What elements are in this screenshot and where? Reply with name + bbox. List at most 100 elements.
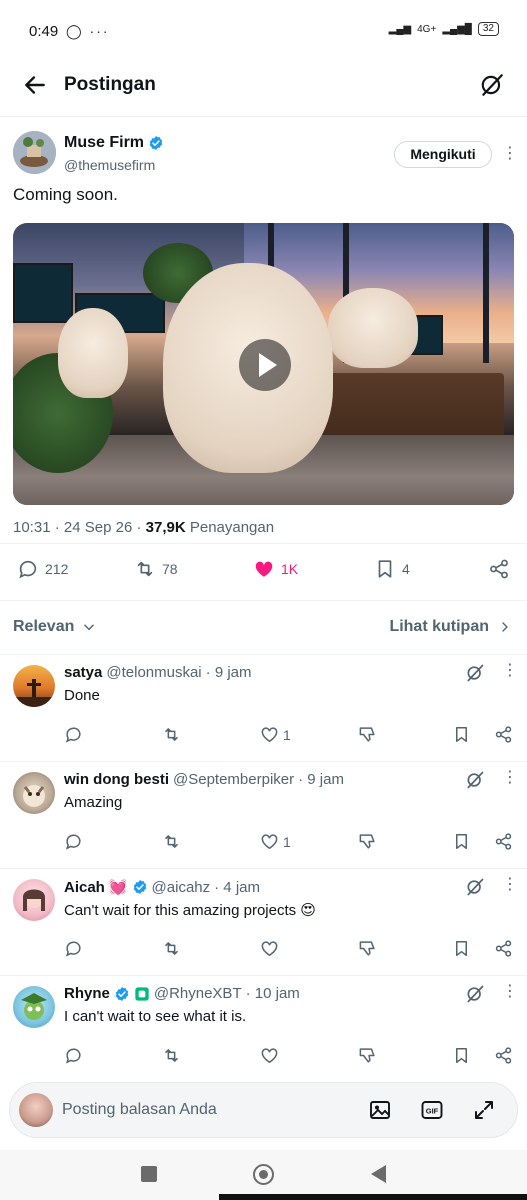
reply-share-button[interactable] <box>494 725 513 744</box>
system-navigation-bar <box>0 1150 527 1200</box>
reply-avatar[interactable] <box>13 879 55 921</box>
recent-apps-icon[interactable] <box>141 1166 157 1182</box>
reply-downvote-button[interactable] <box>358 939 377 958</box>
like-action[interactable]: 1K <box>253 558 298 580</box>
bookmark-icon <box>455 941 468 956</box>
network-label: 4G+ <box>417 23 437 35</box>
reply-avatar[interactable] <box>13 772 55 814</box>
reply-reply-button[interactable] <box>64 832 83 851</box>
reply-share-button[interactable] <box>494 939 513 958</box>
share-icon <box>495 833 512 850</box>
repost-action[interactable]: 78 <box>134 558 178 580</box>
reply-author-name[interactable]: win dong besti <box>64 771 169 788</box>
svg-text:GIF: GIF <box>426 1107 439 1116</box>
back-icon[interactable] <box>371 1165 386 1183</box>
reply-item[interactable]: satya @telonmuskai · 9 jam Done ⋮ 1 <box>0 655 527 762</box>
share-action[interactable] <box>488 558 510 580</box>
header-divider <box>0 116 527 117</box>
reply-text: I can't wait to see what it is. <box>64 1008 247 1025</box>
post-video[interactable] <box>13 223 514 505</box>
reply-bookmark-button[interactable] <box>452 832 471 851</box>
reply-author-handle[interactable]: @aicahz <box>152 879 211 896</box>
reply-like-button[interactable] <box>260 939 279 958</box>
reply-text: Can't wait for this amazing projects 😍 <box>64 902 316 919</box>
view-quotes-link[interactable]: Lihat kutipan <box>389 618 511 636</box>
reply-downvote-button[interactable] <box>358 725 377 744</box>
grok-icon[interactable] <box>465 877 485 897</box>
thumbs-down-icon <box>359 1048 375 1063</box>
reply-reply-button[interactable] <box>64 939 83 958</box>
post-time: 10:31 <box>13 519 51 536</box>
reply-more-icon[interactable]: ⋮ <box>502 663 518 679</box>
reply-input[interactable]: Posting balasan Anda <box>62 1101 217 1119</box>
verified-badge-icon <box>133 880 146 894</box>
reply-bookmark-button[interactable] <box>452 1046 471 1065</box>
share-icon <box>495 940 512 957</box>
video-monitor <box>13 263 73 323</box>
notification-icons: ◯ ··· <box>66 23 110 39</box>
sort-dropdown[interactable]: Relevan <box>13 618 96 636</box>
bookmark-icon <box>455 1048 468 1063</box>
views-label: Penayangan <box>189 519 275 536</box>
reply-bookmark-button[interactable] <box>452 725 471 744</box>
reply-avatar[interactable] <box>13 665 55 707</box>
reply-like-button[interactable] <box>260 1046 279 1065</box>
grok-icon[interactable] <box>465 663 485 683</box>
reply-item[interactable]: win dong besti @Septemberpiker · 9 jam A… <box>0 762 527 869</box>
expand-icon[interactable] <box>472 1098 496 1122</box>
reply-like-button[interactable]: 1 <box>260 832 291 851</box>
reply-reply-button[interactable] <box>64 1046 83 1065</box>
play-button-icon[interactable] <box>239 339 291 391</box>
bookmark-icon <box>378 560 392 578</box>
author-avatar[interactable] <box>13 131 56 174</box>
reply-repost-button[interactable] <box>162 1046 181 1065</box>
grok-icon[interactable] <box>465 770 485 790</box>
reply-repost-button[interactable] <box>162 939 181 958</box>
grok-icon[interactable] <box>465 984 485 1004</box>
author-handle[interactable]: @themusefirm <box>64 157 155 173</box>
reply-downvote-button[interactable] <box>358 1046 377 1065</box>
reply-author-handle[interactable]: @Septemberpiker <box>173 771 294 788</box>
reply-action[interactable]: 212 <box>17 558 68 580</box>
reply-like-button[interactable]: 1 <box>260 725 291 744</box>
reply-avatar[interactable] <box>13 986 55 1028</box>
reply-author-handle[interactable]: @RhyneXBT <box>154 985 242 1002</box>
reply-item[interactable]: Aicah 💓 @aicahz · 4 jam Can't wait for t… <box>0 869 527 976</box>
reply-author-name[interactable]: Rhyne <box>64 985 110 1002</box>
reply-item[interactable]: Rhyne @RhyneXBT · 10 jam I can't wait to… <box>0 976 527 1083</box>
bookmark-count: 4 <box>402 561 410 577</box>
signal-icon: ▂▄▆ <box>388 23 412 35</box>
chevron-right-icon <box>502 622 508 632</box>
reply-reply-button[interactable] <box>64 725 83 744</box>
reply-more-icon[interactable]: ⋮ <box>502 984 518 1000</box>
more-options-icon[interactable]: ⋮ <box>502 146 518 162</box>
back-arrow-icon[interactable] <box>22 72 48 98</box>
reply-author-name[interactable]: Aicah <box>64 879 105 896</box>
reply-icon <box>65 727 81 743</box>
gif-icon[interactable]: GIF <box>420 1098 444 1122</box>
grok-icon[interactable] <box>479 72 505 98</box>
following-button[interactable]: Mengikuti <box>394 141 492 168</box>
reply-icon <box>65 1048 81 1064</box>
author-name[interactable]: Muse Firm <box>64 134 144 152</box>
reply-author-handle[interactable]: @telonmuskai <box>106 664 201 681</box>
reply-repost-button[interactable] <box>162 832 181 851</box>
image-icon[interactable] <box>368 1098 392 1122</box>
reply-author-name[interactable]: satya <box>64 664 102 681</box>
reply-more-icon[interactable]: ⋮ <box>502 770 518 786</box>
repost-count: 78 <box>162 561 178 577</box>
reply-share-button[interactable] <box>494 1046 513 1065</box>
video-character-small <box>58 308 128 398</box>
bookmark-action[interactable]: 4 <box>374 558 410 580</box>
reply-composer[interactable]: Posting balasan Anda GIF <box>9 1082 518 1138</box>
author-name-row[interactable]: Muse Firm <box>64 134 164 152</box>
repost-icon <box>165 835 178 848</box>
reply-like-count: 1 <box>283 833 291 850</box>
home-icon[interactable] <box>253 1164 274 1185</box>
reply-more-icon[interactable]: ⋮ <box>502 877 518 893</box>
chevron-down-icon <box>84 624 95 631</box>
reply-downvote-button[interactable] <box>358 832 377 851</box>
reply-share-button[interactable] <box>494 832 513 851</box>
reply-bookmark-button[interactable] <box>452 939 471 958</box>
reply-repost-button[interactable] <box>162 725 181 744</box>
